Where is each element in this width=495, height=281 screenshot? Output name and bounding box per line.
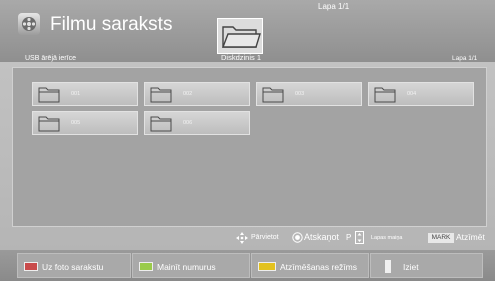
folder-name: 006 bbox=[183, 120, 193, 126]
play-hint: Atskaņot bbox=[304, 232, 340, 242]
yellow-key-icon bbox=[258, 262, 276, 271]
folder-item-004[interactable]: 004 bbox=[368, 82, 474, 106]
page-indicator-small: Lapa 1/1 bbox=[452, 55, 478, 62]
exit-button[interactable]: Iziet bbox=[370, 253, 483, 278]
move-hint: Pārvietot bbox=[251, 234, 279, 241]
folder-icon bbox=[262, 86, 284, 103]
drive-label: Diskdzinis 1 bbox=[221, 53, 262, 62]
folder-name: 004 bbox=[407, 91, 417, 97]
action-hints-bar: Pārvietot Atskaņot P Lapas maiņa MARK At… bbox=[0, 228, 495, 248]
folder-name: 001 bbox=[71, 91, 81, 97]
folder-icon bbox=[38, 86, 60, 103]
folder-item-005[interactable]: 005 bbox=[32, 111, 138, 135]
page-key-label: P bbox=[346, 233, 352, 242]
button-label: Atzīmēšanas režīms bbox=[280, 262, 357, 272]
red-key-icon bbox=[24, 262, 38, 271]
button-label: Mainīt numurus bbox=[157, 262, 216, 272]
ok-button-icon bbox=[292, 232, 303, 243]
button-label: Uz foto sarakstu bbox=[42, 262, 104, 272]
folder-item-002[interactable]: 002 bbox=[144, 82, 250, 106]
photo-list-button[interactable]: Uz foto sarakstu bbox=[17, 253, 131, 278]
folder-item-001[interactable]: 001 bbox=[32, 82, 138, 106]
folder-icon bbox=[150, 115, 172, 132]
folder-icon bbox=[38, 115, 60, 132]
mark-mode-button[interactable]: Atzīmēšanas režīms bbox=[251, 253, 369, 278]
button-label: Iziet bbox=[403, 262, 419, 272]
four-way-arrow-icon bbox=[236, 232, 248, 244]
folder-item-003[interactable]: 003 bbox=[256, 82, 362, 106]
folder-name: 005 bbox=[71, 120, 81, 126]
mark-key-badge: MARK bbox=[428, 233, 454, 243]
device-label: USB ārējā ierīce bbox=[25, 55, 76, 62]
folder-grid: 001 002 003 004 005 006 bbox=[12, 67, 487, 227]
folder-item-006[interactable]: 006 bbox=[144, 111, 250, 135]
movie-list-screen: Filmu saraksts Lapa 1/1 USB ārējā ierīce… bbox=[0, 0, 495, 281]
folder-icon bbox=[150, 86, 172, 103]
folder-name: 002 bbox=[183, 91, 193, 97]
folder-icon[interactable] bbox=[217, 18, 263, 54]
header-bar: Filmu saraksts Lapa 1/1 USB ārējā ierīce… bbox=[0, 0, 495, 62]
change-numbers-button[interactable]: Mainīt numurus bbox=[132, 253, 250, 278]
bottom-button-bar: Uz foto sarakstu Mainīt numurus Atzīmēša… bbox=[0, 250, 495, 281]
page-indicator: Lapa 1/1 bbox=[318, 2, 350, 11]
exit-door-icon bbox=[385, 260, 391, 273]
page-title: Filmu saraksts bbox=[50, 14, 173, 35]
mark-hint: Atzīmēt bbox=[456, 232, 485, 242]
green-key-icon bbox=[139, 262, 153, 271]
folder-icon bbox=[374, 86, 396, 103]
film-reel-icon bbox=[18, 13, 40, 35]
page-change-hint: Lapas maiņa bbox=[371, 235, 403, 241]
folder-name: 003 bbox=[295, 91, 305, 97]
page-up-down-icon bbox=[355, 231, 364, 244]
